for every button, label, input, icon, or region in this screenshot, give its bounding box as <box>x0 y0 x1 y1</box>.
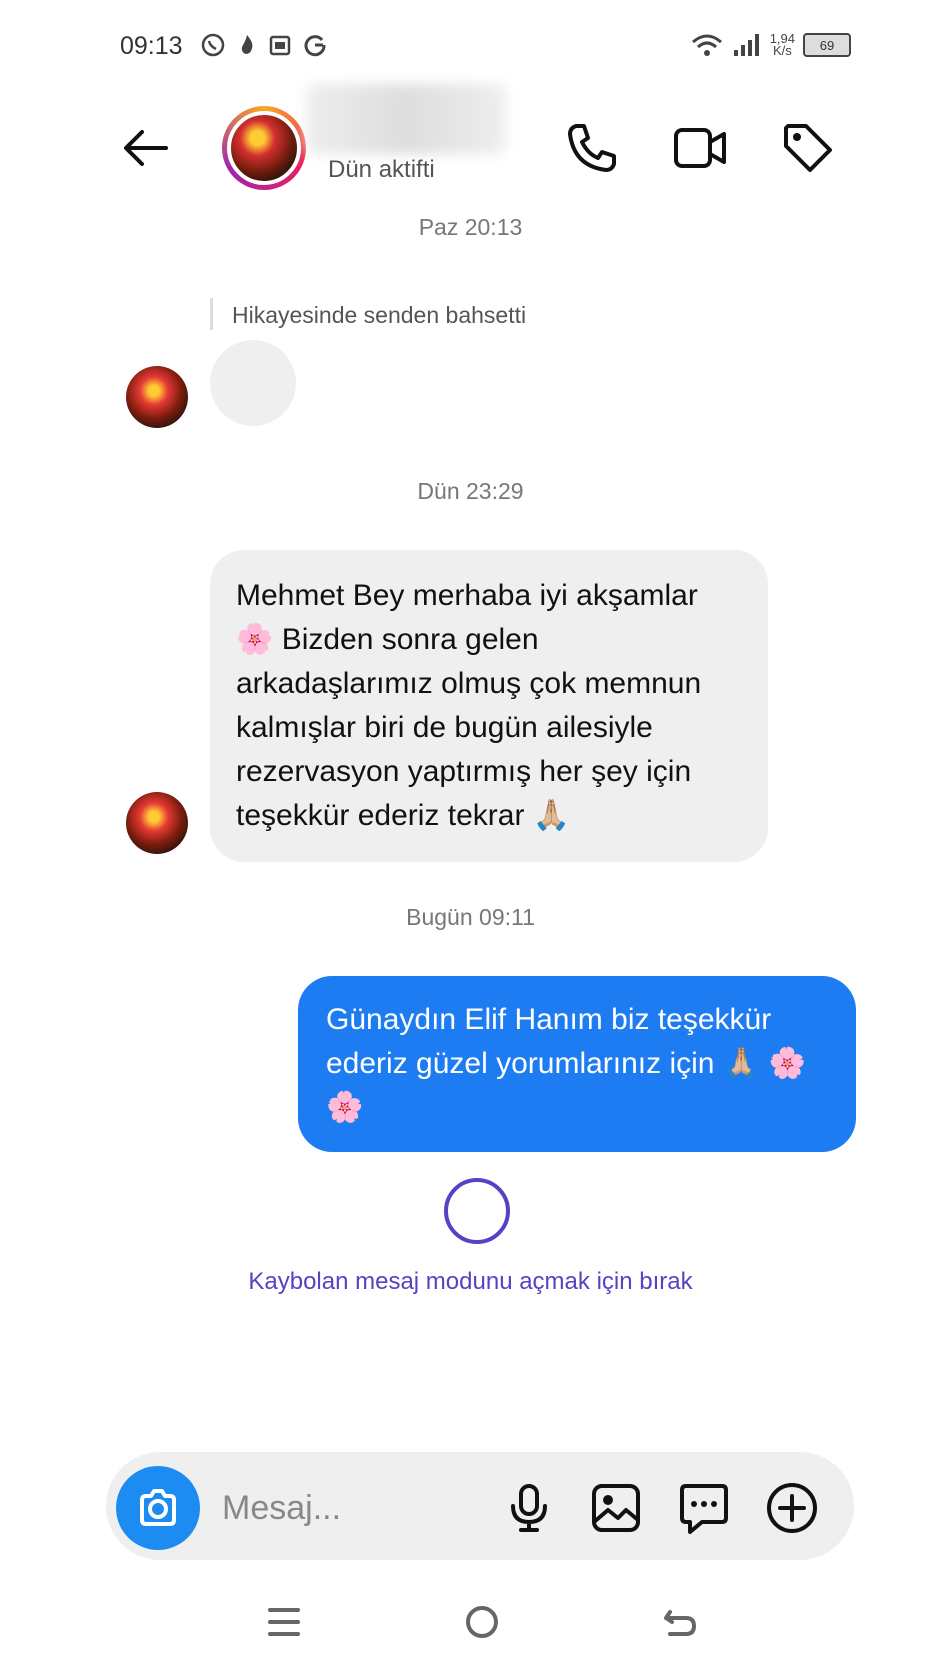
battery-indicator: 69 <box>803 33 851 57</box>
message-input[interactable] <box>220 1480 484 1536</box>
wifi-icon <box>691 34 722 56</box>
outgoing-message-bubble[interactable]: Günaydın Elif Hanım biz teşekkür ederiz … <box>298 976 856 1152</box>
network-speed-unit: K/s <box>772 43 792 58</box>
timestamp-divider: Dün 23:29 <box>417 478 524 504</box>
contact-avatar-image <box>227 111 301 185</box>
phone-icon[interactable] <box>562 118 622 178</box>
microphone-icon[interactable] <box>501 1480 557 1536</box>
incoming-message-bubble[interactable]: Mehmet Bey merhaba iyi akşamlar 🌸 Bizden… <box>210 550 768 862</box>
quote-bar <box>210 298 213 330</box>
sender-avatar[interactable] <box>126 792 188 854</box>
vanish-mode-hint: Kaybolan mesaj modunu açmak için bırak <box>248 1268 693 1295</box>
google-icon <box>304 35 326 57</box>
chat-screen: 09:13 1,94 K/s 69 Dün aktifti Paz 20:13 … <box>0 0 941 1672</box>
contact-name-blurred[interactable] <box>306 84 506 154</box>
calendar-icon <box>269 35 291 56</box>
whatsapp-icon <box>201 33 225 57</box>
flame-icon <box>241 35 253 54</box>
chat-bubble-icon[interactable] <box>676 1480 732 1536</box>
image-icon[interactable] <box>588 1480 644 1536</box>
timestamp-divider: Bugün 09:11 <box>406 904 535 930</box>
back-nav-icon[interactable] <box>656 1598 704 1646</box>
signal-icon <box>733 34 759 56</box>
video-camera-icon[interactable] <box>670 118 730 178</box>
system-icons: 1,94 K/s 69 <box>690 32 851 58</box>
back-arrow-icon[interactable] <box>118 120 174 176</box>
story-mention-label: Hikayesinde senden bahsetti <box>232 302 527 328</box>
contact-avatar[interactable] <box>222 106 306 190</box>
notification-icons <box>200 32 328 58</box>
status-time: 09:13 <box>120 32 183 60</box>
sender-avatar[interactable] <box>126 366 188 428</box>
camera-button[interactable] <box>116 1466 200 1550</box>
network-speed: 1,94 K/s <box>770 32 795 58</box>
home-nav-icon[interactable] <box>458 1598 506 1646</box>
tag-icon[interactable] <box>778 118 838 178</box>
status-bar: 09:13 1,94 K/s 69 <box>120 28 851 64</box>
menu-nav-icon[interactable] <box>260 1598 308 1646</box>
camera-icon <box>140 1489 176 1526</box>
activity-status: Dün aktifti <box>328 156 435 183</box>
story-preview[interactable] <box>210 340 296 426</box>
timestamp-divider: Paz 20:13 <box>418 214 523 240</box>
vanish-mode-indicator <box>444 1178 510 1244</box>
plus-circle-icon[interactable] <box>764 1480 820 1536</box>
